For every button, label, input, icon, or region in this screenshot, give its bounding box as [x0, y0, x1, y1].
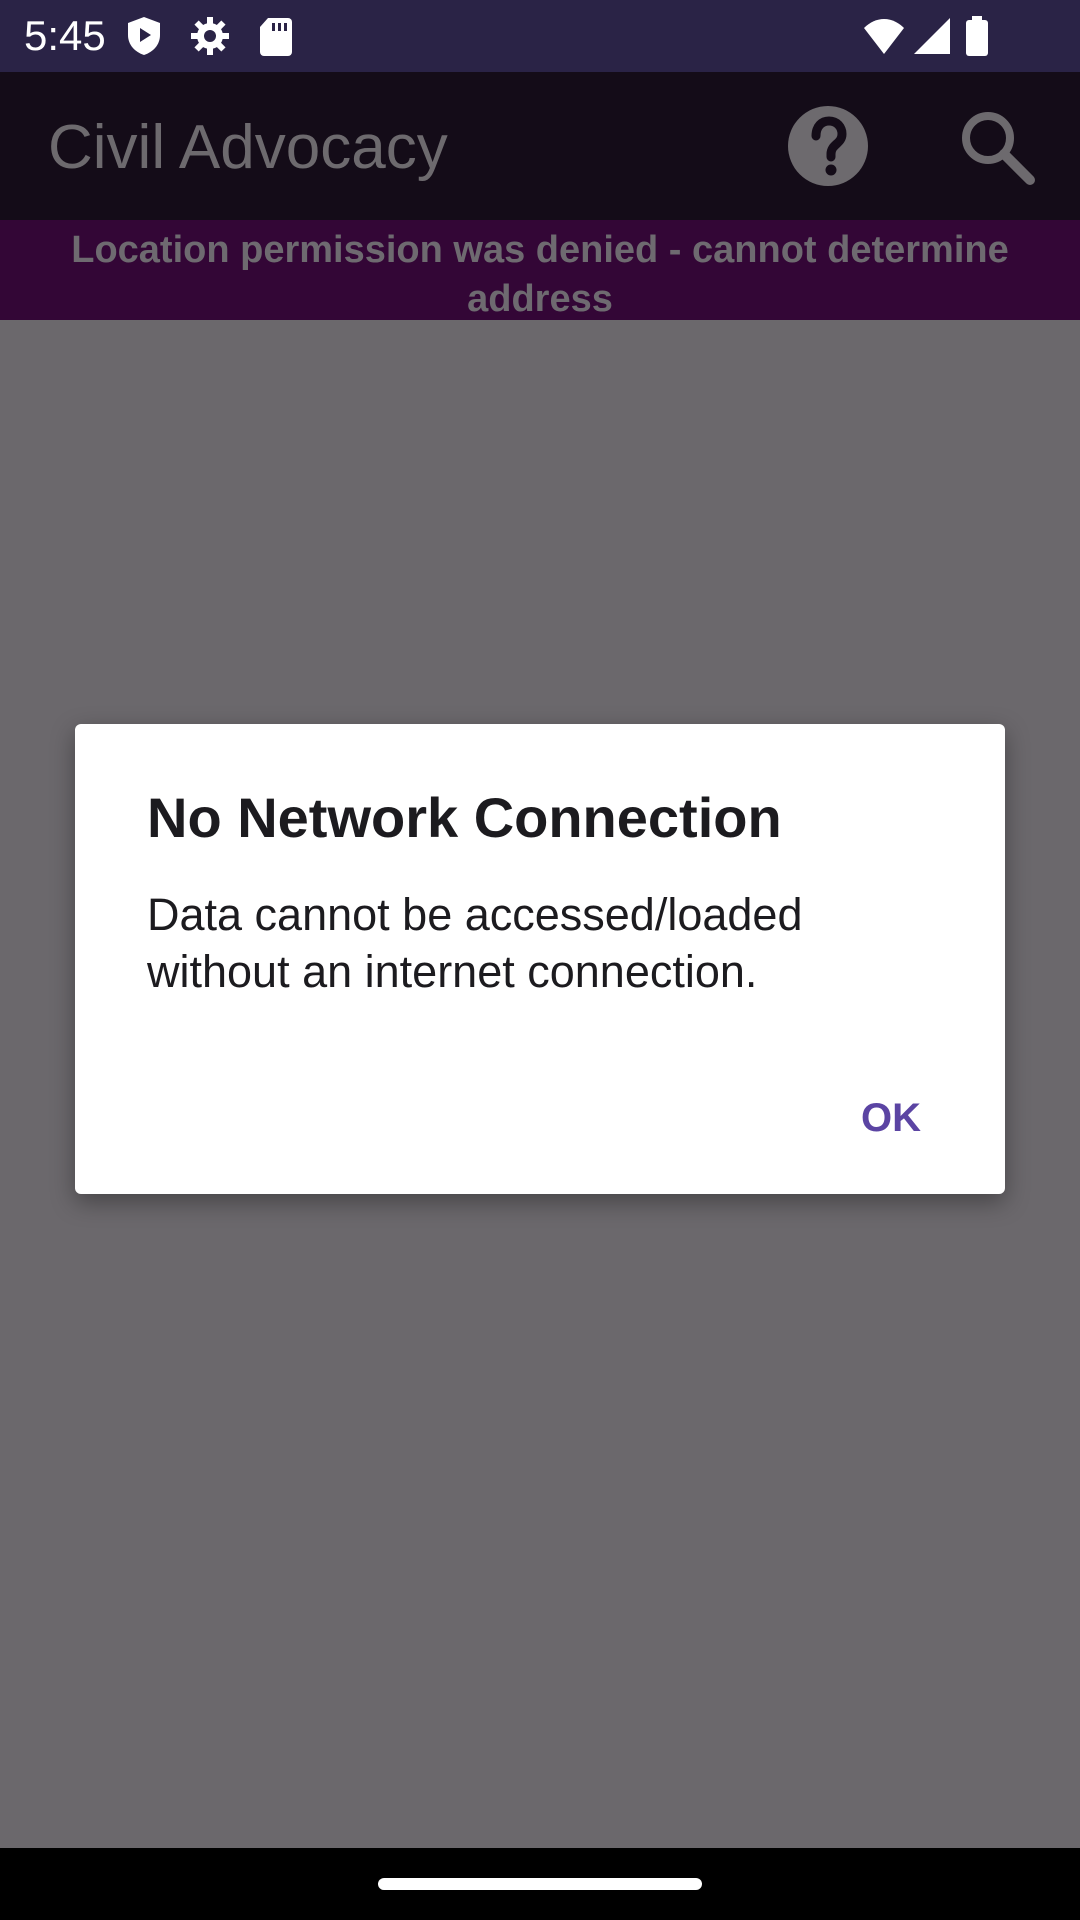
status-bar: 5:45	[0, 0, 1080, 72]
gesture-handle[interactable]	[378, 1878, 702, 1890]
shield-play-icon	[122, 14, 166, 58]
no-network-dialog: No Network Connection Data cannot be acc…	[75, 724, 1005, 1194]
search-icon	[950, 100, 1042, 192]
ok-button[interactable]: OK	[855, 1082, 927, 1154]
sd-card-icon	[254, 14, 298, 58]
dialog-title: No Network Connection	[147, 786, 782, 849]
banner-text: Location permission was denied - cannot …	[71, 229, 1009, 320]
cell-signal-icon	[910, 14, 954, 58]
wifi-icon	[862, 14, 906, 58]
location-warning-banner: Location permission was denied - cannot …	[0, 220, 1080, 320]
app-title: Civil Advocacy	[48, 113, 448, 182]
dialog-message: Data cannot be accessed/loaded without a…	[147, 889, 803, 997]
status-time: 5:45	[24, 12, 106, 59]
gear-icon	[188, 14, 232, 58]
search-button[interactable]	[950, 100, 1042, 192]
help-icon	[782, 100, 874, 192]
navigation-bar	[0, 1848, 1080, 1920]
app-bar: Civil Advocacy	[0, 72, 1080, 220]
battery-icon	[962, 14, 992, 58]
help-button[interactable]	[782, 100, 874, 192]
